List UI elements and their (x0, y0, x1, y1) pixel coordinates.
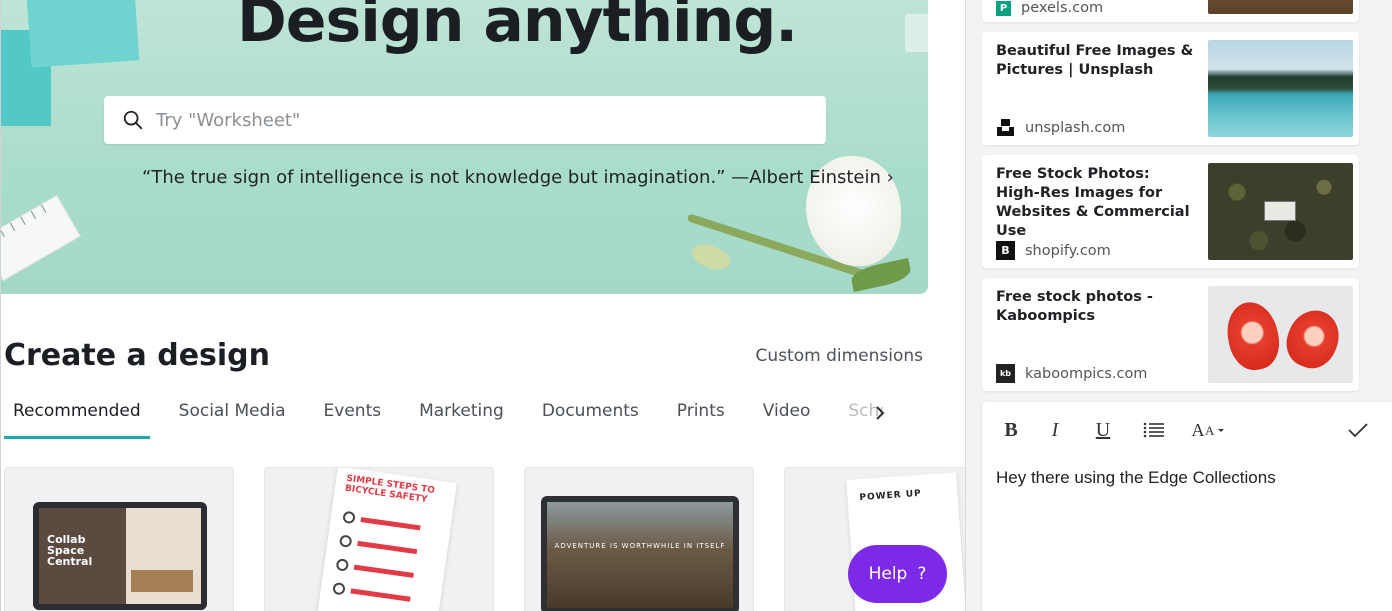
canva-page: Design anything. “The true sign of intel… (0, 0, 965, 611)
collection-item-kaboompics[interactable]: Free stock photos - Kaboompics kb kaboom… (982, 278, 1359, 391)
collection-item-title: Beautiful Free Images & Pictures | Unspl… (996, 43, 1194, 78)
done-button[interactable] (1344, 416, 1372, 444)
collection-item-source: unsplash.com (1025, 119, 1126, 136)
custom-dimensions-link[interactable]: Custom dimensions (756, 346, 923, 366)
question-icon: ? (917, 564, 927, 584)
underline-button[interactable]: U (1092, 416, 1114, 444)
help-button[interactable]: Help ? (848, 545, 947, 603)
card-caption: Collab Space Central (47, 533, 93, 568)
card-caption: SIMPLE STEPS TO BICYCLE SAFETY (344, 473, 436, 506)
tablet-mockup: ADVENTURE IS WORTHWHILE IN ITSELF (541, 496, 739, 611)
kaboompics-icon: kb (996, 364, 1015, 383)
shopify-icon: B (996, 241, 1015, 260)
collection-item-source: shopify.com (1025, 242, 1111, 259)
tab-documents[interactable]: Documents (533, 395, 648, 439)
checkmark-icon (1348, 423, 1368, 438)
collection-item-pexels[interactable]: P pexels.com (982, 0, 1359, 22)
note-toolbar: B I U A A (982, 402, 1392, 456)
collection-thumbnail (1208, 0, 1353, 14)
italic-button[interactable]: I (1044, 416, 1066, 444)
list-icon (1143, 422, 1164, 438)
collection-thumbnail (1208, 286, 1353, 383)
laptop-mockup: Collab Space Central (33, 502, 207, 610)
font-size-label: A (1191, 419, 1205, 440)
collection-thumbnail (1208, 163, 1353, 260)
tab-prints[interactable]: Prints (668, 395, 734, 439)
collection-item-title: Free stock photos - Kaboompics (996, 289, 1153, 324)
create-design-heading: Create a design (4, 338, 271, 373)
design-card-presentation[interactable]: Collab Space Central (4, 467, 234, 611)
decor-ruler (1, 194, 81, 282)
collection-item-source: kaboompics.com (1025, 365, 1148, 382)
decor-paper (26, 0, 140, 68)
note-editor: B I U A A Hey there using the Edge Colle… (982, 402, 1392, 611)
chevron-right-icon[interactable] (869, 399, 891, 427)
design-card-video[interactable]: ADVENTURE IS WORTHWHILE IN ITSELF (524, 467, 754, 611)
hero-title: Design anything. (237, 0, 798, 56)
collections-panel: P pexels.com Beautiful Free Images & Pic… (965, 0, 1392, 611)
card-caption: ADVENTURE IS WORTHWHILE IN ITSELF (554, 542, 726, 550)
font-size-button[interactable]: A A (1188, 416, 1228, 444)
font-size-icon: A (1205, 423, 1224, 437)
tab-video[interactable]: Video (754, 395, 820, 439)
unsplash-icon (996, 118, 1015, 137)
tab-social-media[interactable]: Social Media (170, 395, 295, 439)
flower-bud (688, 239, 734, 275)
help-label: Help (868, 564, 908, 584)
category-tabs: Recommended Social Media Events Marketin… (4, 395, 883, 439)
collection-item-title: Free Stock Photos: High-Res Images for W… (996, 166, 1190, 239)
pexels-icon: P (996, 0, 1011, 16)
card-caption: POWER UP (859, 488, 923, 504)
collection-thumbnail (1208, 40, 1353, 137)
search-icon (123, 110, 143, 130)
tab-events[interactable]: Events (315, 395, 391, 439)
decor-box (905, 14, 928, 52)
bullet-list-button[interactable] (1140, 416, 1168, 444)
collection-item-source: pexels.com (1021, 0, 1104, 16)
poster-mockup: SIMPLE STEPS TO BICYCLE SAFETY (317, 468, 457, 611)
search-box[interactable] (104, 96, 826, 144)
hero-quote-link[interactable]: “The true sign of intelligence is not kn… (142, 167, 894, 188)
collection-item-unsplash[interactable]: Beautiful Free Images & Pictures | Unspl… (982, 32, 1359, 145)
hero-banner: Design anything. “The true sign of intel… (1, 0, 928, 294)
note-text[interactable]: Hey there using the Edge Collections (996, 468, 1373, 488)
bold-button[interactable]: B (1000, 416, 1022, 444)
svg-text:A: A (1205, 423, 1215, 437)
tab-marketing[interactable]: Marketing (410, 395, 513, 439)
collection-item-shopify[interactable]: Free Stock Photos: High-Res Images for W… (982, 155, 1359, 268)
tab-recommended[interactable]: Recommended (4, 395, 150, 439)
search-input[interactable] (156, 96, 806, 144)
design-card-poster[interactable]: SIMPLE STEPS TO BICYCLE SAFETY (264, 467, 494, 611)
